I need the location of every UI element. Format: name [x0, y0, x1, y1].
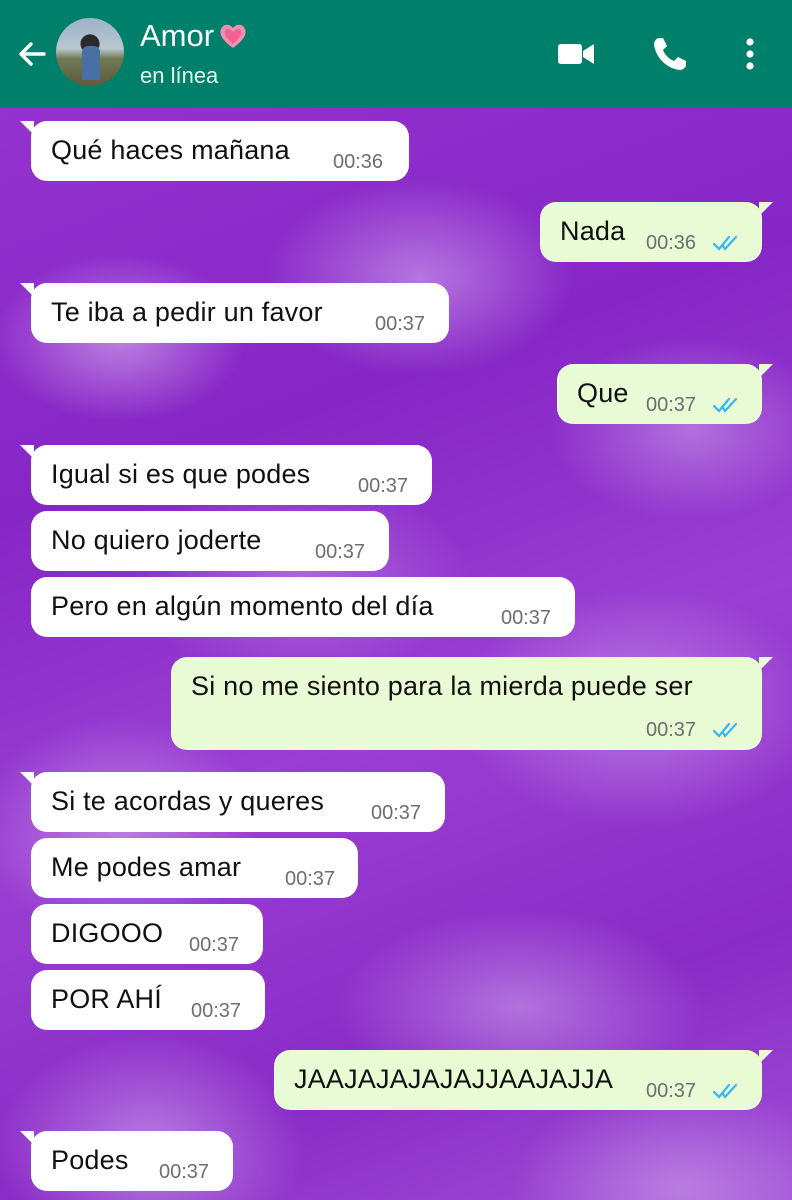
arrow-left-icon[interactable] — [14, 36, 50, 72]
message-text: Igual si es que podes — [51, 459, 311, 489]
contact-status: en línea — [140, 63, 219, 88]
message-text: DIGOOO — [51, 918, 164, 948]
message-bubble-outgoing[interactable]: Nada 00:36 — [540, 202, 773, 262]
message-bubble-incoming[interactable]: Podes 00:37 — [20, 1131, 233, 1191]
chat-wallpaper — [0, 108, 792, 1200]
message-time: 00:37 — [371, 802, 422, 824]
message-text: Si te acordas y queres — [51, 786, 325, 816]
message-text: Pero en algún momento del día — [51, 591, 434, 621]
message-time: 00:37 — [646, 719, 697, 741]
message-text: Me podes amar — [51, 852, 242, 882]
video-call-icon[interactable] — [556, 34, 596, 74]
message-time: 00:37 — [375, 313, 426, 335]
double-check-icon — [712, 397, 738, 413]
phone-icon[interactable] — [650, 34, 690, 74]
pink-heart-icon — [220, 24, 246, 48]
message-text: Podes — [51, 1145, 129, 1175]
message-bubble-incoming[interactable]: POR AHÍ 00:37 — [31, 970, 265, 1030]
message-bubble-incoming[interactable]: Pero en algún momento del día 00:37 — [31, 577, 575, 637]
chat-header: Amor en línea — [0, 0, 792, 108]
message-bubble-incoming[interactable]: Si te acordas y queres 00:37 — [20, 772, 445, 832]
message-bubble-incoming[interactable]: Qué haces mañana 00:36 — [20, 121, 409, 181]
message-text: Que — [577, 378, 629, 408]
message-time: 00:36 — [646, 232, 697, 254]
message-bubble-outgoing[interactable]: JAAJAJAJAJAJJAAJAJJA 00:37 — [274, 1050, 773, 1110]
contact-name[interactable]: Amor — [140, 18, 248, 54]
message-bubble-incoming[interactable]: Igual si es que podes 00:37 — [20, 445, 432, 505]
message-bubble-incoming[interactable]: No quiero joderte 00:37 — [31, 511, 389, 571]
message-time: 00:37 — [315, 541, 366, 563]
message-bubble-outgoing[interactable]: Si no me siento para la mierda puede ser… — [171, 657, 773, 750]
message-bubble-incoming[interactable]: Me podes amar 00:37 — [31, 838, 358, 898]
double-check-icon — [712, 722, 738, 738]
message-text: Nada — [560, 216, 626, 246]
message-text: JAAJAJAJAJAJJAAJAJJA — [294, 1064, 614, 1094]
message-time: 00:37 — [159, 1161, 210, 1183]
message-time: 00:37 — [501, 607, 552, 629]
message-text: No quiero joderte — [51, 525, 262, 555]
message-text: Te iba a pedir un favor — [51, 297, 323, 327]
avatar[interactable] — [56, 18, 124, 86]
message-text: Si no me siento para la mierda puede ser — [191, 671, 693, 701]
message-bubble-outgoing[interactable]: Que 00:37 — [557, 364, 773, 424]
double-check-icon — [712, 1083, 738, 1099]
message-time: 00:37 — [646, 1080, 697, 1102]
message-time: 00:37 — [285, 868, 336, 890]
message-bubble-incoming[interactable]: DIGOOO 00:37 — [31, 904, 263, 964]
more-vertical-icon[interactable] — [730, 34, 770, 74]
message-time: 00:37 — [646, 394, 697, 416]
double-check-icon — [712, 235, 738, 251]
message-text: POR AHÍ — [51, 984, 162, 1014]
message-time: 00:37 — [189, 934, 240, 956]
message-bubble-incoming[interactable]: Te iba a pedir un favor 00:37 — [20, 283, 449, 343]
message-time: 00:36 — [333, 151, 384, 173]
message-time: 00:37 — [191, 1000, 242, 1022]
message-text: Qué haces mañana — [51, 135, 290, 165]
message-time: 00:37 — [358, 475, 409, 497]
